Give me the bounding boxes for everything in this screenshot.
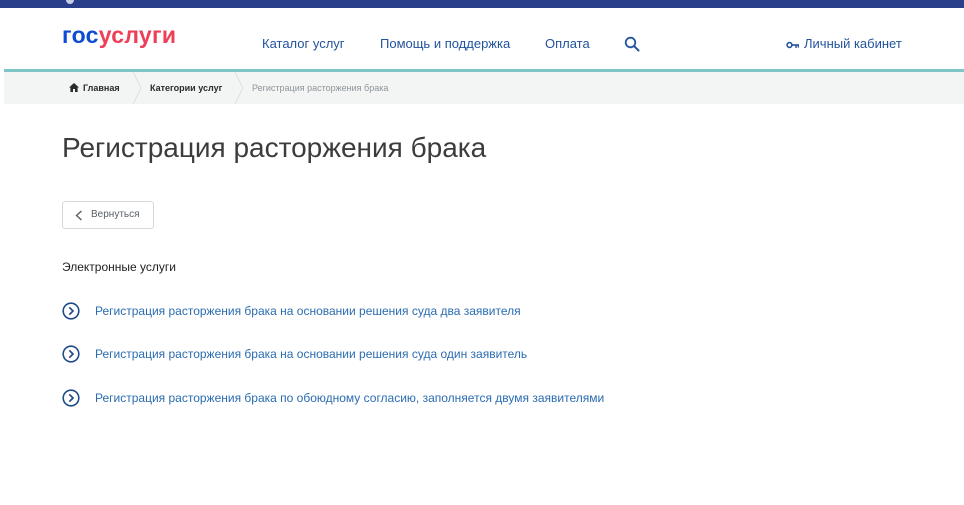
chevron-left-icon (75, 210, 82, 221)
breadcrumb-separator (132, 72, 142, 104)
back-button[interactable]: Вернуться (62, 201, 154, 229)
top-bar (0, 0, 964, 8)
service-link-label: Регистрация расторжения брака по обоюдно… (95, 391, 605, 405)
breadcrumb-home-label: Главная (83, 83, 120, 93)
nav-help-link[interactable]: Помощь и поддержка (380, 36, 510, 52)
search-icon[interactable] (624, 36, 640, 52)
section-heading: Электронные услуги (62, 260, 176, 274)
service-link-label: Регистрация расторжения брака на основан… (95, 347, 528, 361)
breadcrumb-home[interactable]: Главная (69, 72, 120, 104)
personal-account-label: Личный кабинет (804, 36, 902, 51)
breadcrumb-categories[interactable]: Категории услуг (150, 72, 222, 104)
breadcrumb: Главная Категории услуг Регистрация раст… (4, 72, 964, 104)
gosuslugi-logo[interactable]: госуслуги (62, 22, 176, 48)
home-icon (69, 83, 79, 92)
service-link-mutual-consent[interactable]: Регистрация расторжения брака по обоюдно… (62, 388, 762, 408)
chevron-circle-right-icon (62, 302, 80, 320)
breadcrumb-current: Регистрация расторжения брака (252, 83, 389, 93)
logo-part-gos: гос (62, 22, 99, 48)
personal-account-link[interactable]: Личный кабинет (786, 36, 902, 52)
breadcrumb-separator (234, 72, 244, 104)
service-link-label: Регистрация расторжения брака на основан… (95, 304, 521, 318)
nav-catalog-link[interactable]: Каталог услуг (262, 36, 345, 52)
logo-part-uslugi: услуги (98, 22, 177, 48)
service-link-court-one-applicant[interactable]: Регистрация расторжения брака на основан… (62, 344, 762, 364)
key-icon (786, 41, 800, 48)
chevron-circle-right-icon (62, 345, 80, 363)
nav-payment-link[interactable]: Оплата (545, 36, 590, 52)
page-title: Регистрация расторжения брака (62, 132, 487, 163)
back-button-label: Вернуться (91, 209, 140, 220)
service-link-court-two-applicants[interactable]: Регистрация расторжения брака на основан… (62, 301, 762, 321)
top-bar-indicator (66, 0, 74, 4)
chevron-circle-right-icon (62, 389, 80, 407)
